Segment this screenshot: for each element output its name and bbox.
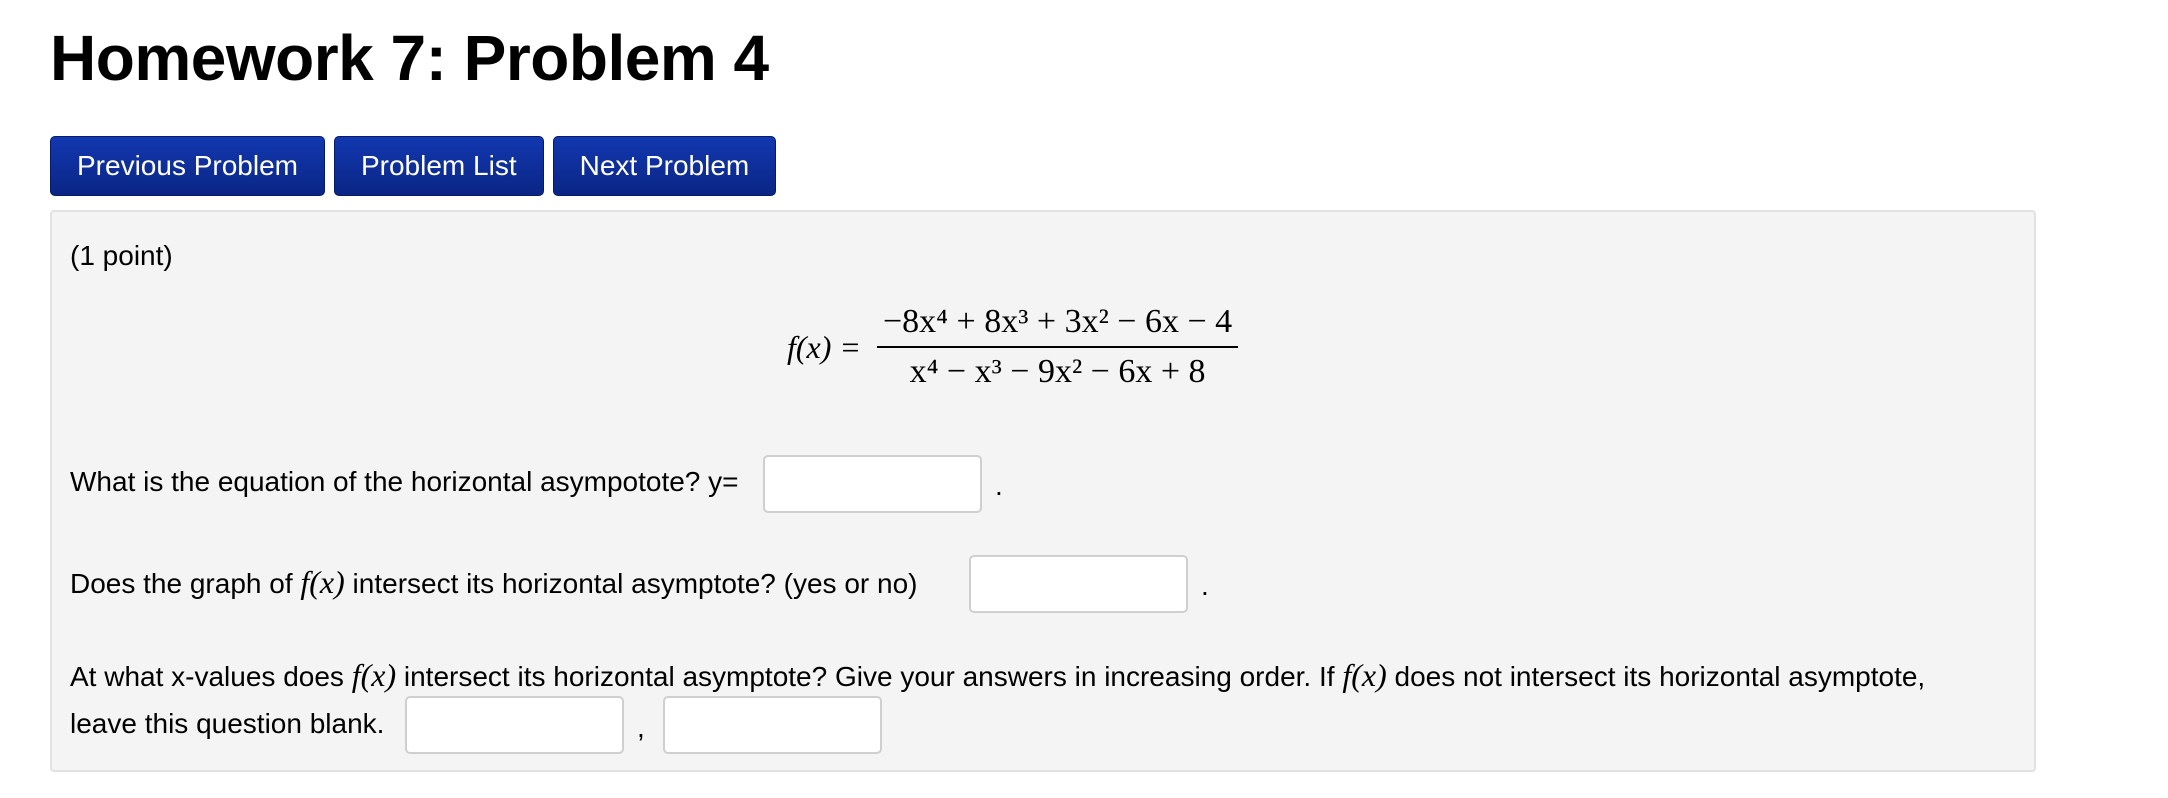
function-formula: f(x) = −8x⁴ + 8x³ + 3x² − 6x − 4 x⁴ − x³… [787, 302, 1239, 392]
question-2-fx: f(x) [300, 564, 345, 600]
formula-lhs: f(x) = [787, 328, 861, 365]
question-3-fx-2: f(x) [1342, 657, 1387, 693]
problem-panel: (1 point) f(x) = −8x⁴ + 8x³ + 3x² − 6x −… [50, 210, 2036, 772]
answer-separator: , [637, 712, 645, 743]
intersect-yes-no-input[interactable] [969, 555, 1188, 613]
formula-fraction: −8x⁴ + 8x³ + 3x² − 6x − 4 x⁴ − x³ − 9x² … [877, 302, 1239, 392]
question-3-line-1: At what x-values does f(x) intersect its… [70, 657, 1925, 695]
question-3-text-1: At what x-values does [70, 661, 352, 692]
x-value-2-input[interactable] [663, 696, 882, 754]
next-problem-button[interactable]: Next Problem [552, 136, 777, 196]
question-2-text-before: Does the graph of [70, 568, 301, 599]
question-1-period: . [995, 470, 1003, 501]
problem-list-button[interactable]: Problem List [333, 136, 544, 196]
question-3-fx-1: f(x) [351, 657, 397, 693]
formula-denominator: x⁴ − x³ − 9x² − 6x + 8 [909, 353, 1206, 390]
points-label: (1 point) [70, 240, 173, 271]
question-3-line-2: leave this question blank. [70, 708, 385, 739]
asymptote-answer-input[interactable] [763, 455, 982, 513]
formula-numerator: −8x⁴ + 8x³ + 3x² − 6x − 4 [877, 302, 1239, 348]
question-3-text-3: does not intersect its horizontal asympt… [1386, 661, 1926, 692]
problem-navigation: Previous Problem Problem List Next Probl… [50, 136, 777, 196]
page-title: Homework 7: Problem 4 [50, 22, 769, 94]
question-2-period: . [1201, 570, 1209, 601]
question-2-text-after: intersect its horizontal asymptote? (yes… [344, 568, 918, 599]
question-1-text: What is the equation of the horizontal a… [70, 466, 739, 497]
question-2-text: Does the graph of f(x) intersect its hor… [70, 564, 917, 602]
x-value-1-input[interactable] [405, 696, 624, 754]
question-3-text-2: intersect its horizontal asymptote? Give… [396, 661, 1343, 692]
previous-problem-button[interactable]: Previous Problem [50, 136, 325, 196]
